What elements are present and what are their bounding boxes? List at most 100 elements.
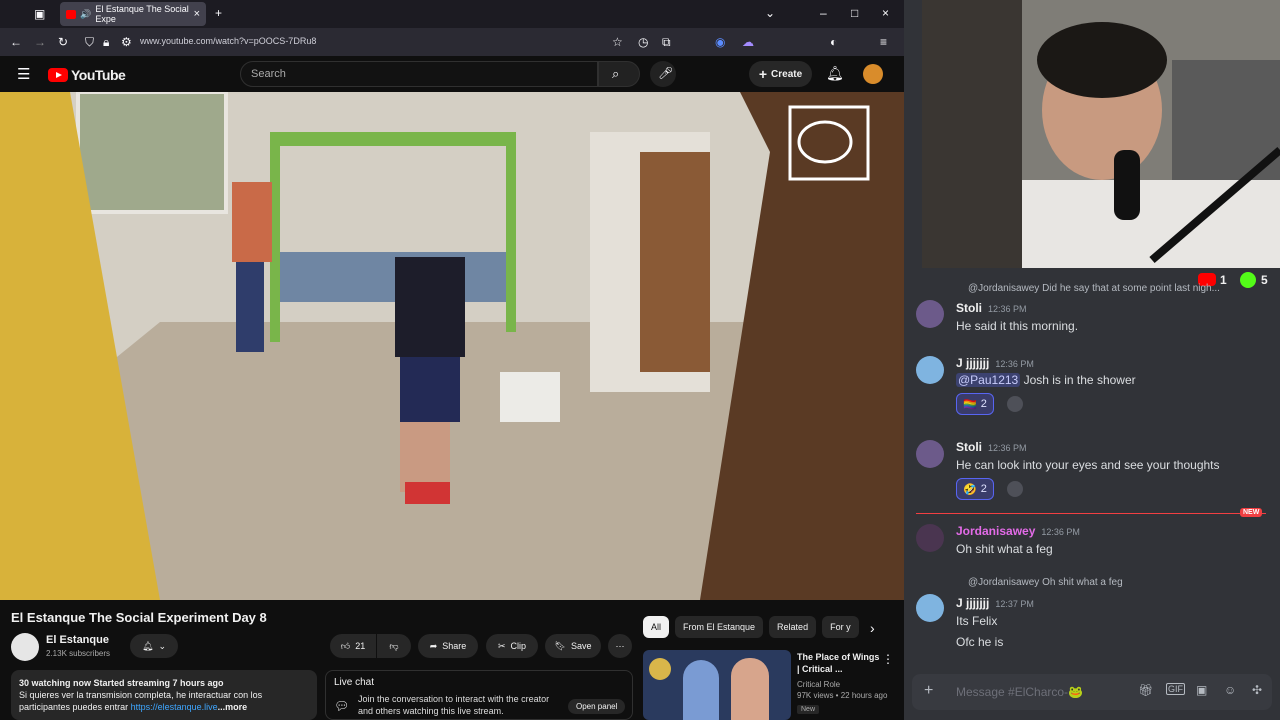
description-box[interactable]: 30 watching now Started streaming 7 hour… [11, 670, 317, 720]
account-icon[interactable]: ◐ [830, 35, 837, 49]
extension-purple-icon[interactable]: ☁ [742, 35, 754, 49]
extension-blue-icon[interactable]: ◉ [715, 35, 725, 49]
dislike-button[interactable]: 👎︎ [377, 634, 411, 658]
reply-preview[interactable]: @Jordanisawey Did he say that at some po… [968, 283, 1220, 294]
extensions-icon[interactable]: ⧉ [662, 35, 671, 50]
message-author[interactable]: J jjjjjjj 12:37 PM [956, 596, 1034, 610]
new-badge: New [797, 705, 820, 714]
more-icon: ⋯ [615, 640, 625, 651]
minimize-icon[interactable]: – [820, 6, 827, 20]
reply-preview[interactable]: @Jordanisawey Oh shit what a feg [968, 577, 1123, 588]
like-count: 21 [355, 641, 366, 651]
youtube-favicon-icon [66, 9, 77, 19]
attach-plus-icon[interactable]: + [924, 682, 933, 700]
message-author[interactable]: Jordanisawey 12:36 PM [956, 524, 1080, 538]
voice-search-button[interactable]: 🎤︎ [650, 61, 676, 87]
live-chat-title: Live chat [334, 677, 375, 688]
save-button[interactable]: 🔖︎ Save [545, 634, 601, 658]
url-field[interactable]: www.youtube.com/watch?v=pOOCS-7DRu8 [140, 36, 316, 46]
add-reaction-icon[interactable] [1007, 481, 1023, 497]
chip-related[interactable]: Related [769, 616, 817, 638]
avatar[interactable] [916, 524, 944, 552]
more-actions-button[interactable]: ⋯ [608, 634, 632, 658]
channel-name[interactable]: El Estanque [46, 634, 109, 646]
close-window-icon[interactable]: × [882, 6, 889, 20]
user-avatar[interactable] [863, 64, 883, 84]
speaker-icon[interactable]: 🔊 [80, 9, 91, 20]
sticker-icon[interactable]: ▣ [1196, 683, 1207, 697]
browser-window: ▣ 🔊 El Estanque The Social Expe × + ⌄ – … [0, 0, 904, 720]
menu-icon[interactable]: ≡ [880, 35, 887, 49]
chip-for-you[interactable]: For y [822, 616, 859, 638]
live-chat-panel: Live chat 💬︎ Join the conversation to in… [325, 670, 633, 720]
laughing-emoji-icon: 🤣 [963, 483, 977, 496]
back-icon[interactable]: ← [10, 35, 22, 49]
forward-icon[interactable]: → [34, 35, 46, 49]
rainbow-flag-icon: 🏳️‍🌈 [963, 398, 977, 411]
apps-icon[interactable]: ✣ [1252, 683, 1262, 697]
history-icon[interactable]: ◷ [638, 35, 648, 49]
message-author[interactable]: Stoli 12:36 PM [956, 301, 1027, 315]
chevron-down-icon: ⌄ [158, 640, 166, 651]
youtube-logo-text: YouTube [71, 67, 126, 83]
reaction-rainbow-flag[interactable]: 🏳️‍🌈 2 [956, 393, 994, 415]
description-stats: 30 watching now Started streaming 7 hour… [19, 678, 224, 688]
avatar[interactable] [916, 594, 944, 622]
add-reaction-icon[interactable] [1007, 396, 1023, 412]
like-button[interactable]: 👍︎ 21 [330, 634, 376, 658]
description-link[interactable]: https://elestanque.live [131, 702, 218, 712]
tab-youtube[interactable]: 🔊 El Estanque The Social Expe × [60, 2, 206, 26]
plus-icon: + [758, 66, 768, 82]
notifications-bell-icon[interactable]: 🔔︎ [826, 65, 844, 82]
tab-overflow-chevron-icon[interactable]: ⌄ [765, 6, 775, 20]
video-frame [0, 92, 904, 600]
search-input[interactable]: Search [240, 61, 598, 87]
subscribe-bell-button[interactable]: 🔔︎ ⌄ [130, 634, 178, 658]
message-author[interactable]: J jjjjjjj 12:36 PM [956, 356, 1034, 370]
chip-all[interactable]: All [643, 616, 670, 638]
emoji-icon[interactable]: ☺ [1224, 683, 1236, 697]
recommended-more-icon[interactable]: ⋮ [882, 652, 894, 666]
gif-icon[interactable]: GIF [1166, 683, 1185, 695]
recommended-video-meta: Critical Role 97K views • 22 hours ago [797, 679, 887, 701]
chips-next-chevron-icon[interactable]: › [870, 620, 875, 636]
bookmark-star-icon[interactable]: ☆ [612, 35, 623, 49]
user-mention[interactable]: @Pau1213 [956, 373, 1021, 387]
thumbs-up-icon: 👍︎ [340, 640, 351, 651]
recommended-video-title[interactable]: The Place of Wings | Critical ... [797, 651, 882, 675]
message-time: 12:36 PM [988, 304, 1027, 314]
maximize-icon[interactable]: □ [851, 6, 858, 20]
share-button[interactable]: ➦ Share [418, 634, 478, 658]
new-tab-icon[interactable]: + [215, 6, 222, 20]
clip-button[interactable]: ✂ Clip [486, 634, 538, 658]
open-panel-button[interactable]: Open panel [568, 699, 626, 714]
tab-list-icon[interactable]: ▣ [34, 7, 45, 21]
message-input[interactable]: Message #ElCharco-🐸 [956, 685, 1083, 699]
navigation-bar: ← → ↻ ⛉ 🔒︎ ⚙ www.youtube.com/watch?v=pOO… [0, 28, 904, 56]
shield-icon[interactable]: ⛉ [85, 35, 94, 50]
avatar[interactable] [916, 356, 944, 384]
new-messages-tag: NEW [1240, 508, 1263, 517]
gift-icon[interactable]: 🎁︎ [1138, 683, 1153, 697]
permissions-icon[interactable]: ⚙ [121, 35, 132, 49]
lock-icon[interactable]: 🔒︎ [103, 35, 109, 50]
youtube-logo[interactable]: YouTube [48, 67, 126, 83]
create-button[interactable]: + Create [749, 61, 812, 87]
microphone-icon: 🎤︎ [658, 66, 674, 80]
hamburger-menu-icon[interactable]: ☰ [17, 65, 30, 83]
discord-chat-panel: 1 5 @Jordanisawey Did he say that at som… [904, 0, 1280, 720]
avatar[interactable] [916, 300, 944, 328]
thumbs-down-icon: 👎︎ [389, 640, 399, 651]
avatar[interactable] [916, 440, 944, 468]
reaction-laughing[interactable]: 🤣 2 [956, 478, 994, 500]
create-label: Create [771, 68, 803, 80]
message-author[interactable]: Stoli 12:36 PM [956, 440, 1027, 454]
video-player[interactable] [0, 92, 904, 600]
close-tab-icon[interactable]: × [194, 8, 200, 20]
reload-icon[interactable]: ↻ [58, 35, 68, 49]
channel-avatar[interactable] [11, 633, 39, 661]
search-button[interactable]: ⌕ [598, 61, 640, 87]
show-more-link[interactable]: ...more [218, 702, 248, 712]
chip-from-channel[interactable]: From El Estanque [675, 616, 764, 638]
recommended-video-thumbnail[interactable] [643, 650, 791, 720]
